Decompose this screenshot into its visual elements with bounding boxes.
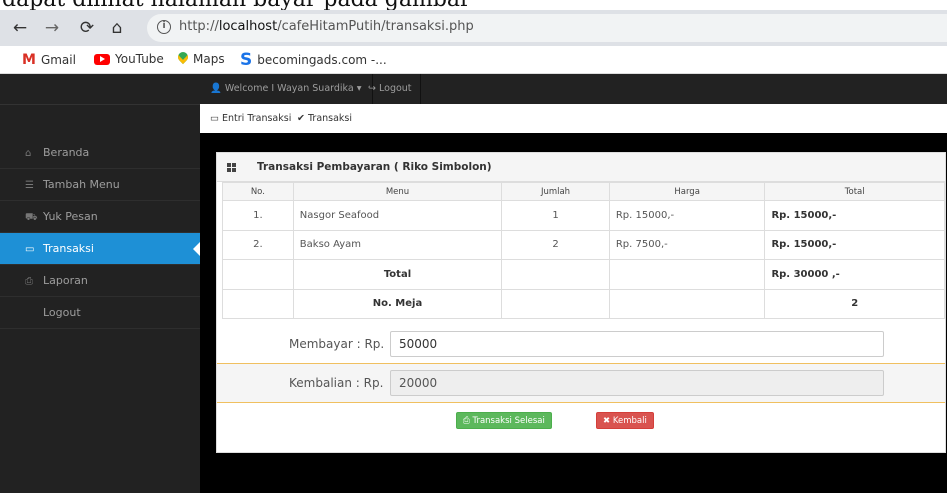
breadcrumb: ▭ Entri Transaksi ✔ Transaksi [200,104,947,133]
logout-link-top[interactable]: ↪ Logout [360,74,421,104]
user-dropdown[interactable]: 👤 Welcome I Wayan Suardika ▾ [200,74,373,104]
header-total: Total [764,182,945,201]
sidebar-header [0,104,200,133]
print-icon: ⎙ [463,416,470,426]
header-menu: Menu [292,182,503,201]
transaction-icon: ▭ [210,113,219,124]
membayar-input[interactable] [390,331,884,357]
bookmark-youtube[interactable]: YouTube [94,52,164,66]
sidebar: ⌂ Beranda ☰ Tambah Menu ⛟ Yuk Pesan ▭ Transa… [0,133,200,493]
sidebar-item-tambah-menu[interactable]: ☰ Tambah Menu [0,169,200,201]
check-icon: ✔ [297,113,305,124]
sidebar-item-yuk-pesan[interactable]: ⛟ Yuk Pesan [0,201,200,233]
app-area: 👤 Welcome I Wayan Suardika ▾ ↪ Logout ▭ … [0,74,947,493]
bookmark-becomingads[interactable]: S becomingads.com -... [240,50,387,70]
print-icon: ⎙ [25,276,33,287]
grid-icon [227,163,236,172]
cell-menu: Bakso Ayam [292,229,503,260]
breadcrumb-entri-transaksi[interactable]: ▭ Entri Transaksi [210,113,291,124]
close-icon: ✖ [603,416,611,426]
table-header-row: No. Menu Jumlah Harga Total [222,182,945,201]
bookmark-maps[interactable]: Maps [178,52,225,66]
info-icon[interactable]: i [157,20,171,34]
transaction-icon: ▭ [25,244,35,255]
cell-harga: Rp. 7500,- [608,229,766,260]
kembali-button[interactable]: ✖ Kembali [596,412,654,429]
header-no: No. [222,182,294,201]
reload-icon[interactable]: ⟳ [75,16,99,40]
header-jumlah: Jumlah [501,182,610,201]
payment-panel: Transaksi Pembayaran ( Riko Simbolon) No… [216,152,946,453]
user-icon: 👤 [210,83,222,94]
sidebar-item-beranda[interactable]: ⌂ Beranda [0,137,200,169]
document-heading-text: dapat dilihat halaman bayar pada gambar [2,0,471,10]
list-icon: ☰ [25,180,34,191]
total-label: Total [292,259,503,290]
kembalian-input [390,370,884,396]
total-value: Rp. 30000 ,- [764,259,945,290]
kembalian-label: Kembalian : Rp. [289,376,384,390]
membayar-label: Membayar : Rp. [289,337,385,351]
bookmarks-bar: M Gmail YouTube Maps S becomingads.com -… [0,46,947,74]
cell-no: 1. [222,200,294,231]
document-heading-fragment: dapat dilihat halaman bayar pada gambar [0,0,947,10]
bookmark-gmail[interactable]: M Gmail [22,52,76,68]
meja-value: 2 [764,288,945,319]
cell-total: Rp. 15000,- [764,200,945,231]
sidebar-item-logout[interactable]: Logout [0,297,200,329]
table-row: 1. Nasgor Seafood 1 Rp. 15000,- Rp. 1500… [222,200,945,231]
address-bar[interactable]: i http://localhost/cafeHitamPutih/transa… [147,14,947,42]
cell-harga: Rp. 15000,- [608,200,766,231]
share-arrow-icon: ↪ [368,83,376,94]
youtube-icon [94,53,110,65]
cell-jumlah: 1 [501,200,610,231]
meja-row: No. Meja 2 [222,288,945,319]
transaksi-selesai-button[interactable]: ⎙ Transaksi Selesai [456,412,552,429]
total-row: Total Rp. 30000 ,- [222,259,945,290]
panel-heading: Transaksi Pembayaran ( Riko Simbolon) [217,153,945,182]
cell-total: Rp. 15000,- [764,229,945,260]
maps-icon [178,52,188,66]
cell-no: 2. [222,229,294,260]
s-logo-icon: S [240,50,253,70]
cart-icon: ⛟ [25,212,38,223]
cell-jumlah: 2 [501,229,610,260]
table-row: 2. Bakso Ayam 2 Rp. 7500,- Rp. 15000,- [222,229,945,260]
header-harga: Harga [608,182,766,201]
home-icon: ⌂ [25,148,32,159]
payment-row: Membayar : Rp. [217,325,945,364]
browser-toolbar: ← → ⟳ ⌂ i http://localhost/cafeHitamPuti… [0,10,947,46]
url-text: http://localhost/cafeHitamPutih/transaks… [179,19,474,34]
sidebar-item-laporan[interactable]: ⎙ Laporan [0,265,200,297]
change-row: Kembalian : Rp. [217,364,945,403]
gmail-icon: M [22,52,36,68]
home-icon[interactable]: ⌂ [105,16,129,40]
top-navbar: 👤 Welcome I Wayan Suardika ▾ ↪ Logout [0,74,947,104]
meja-label: No. Meja [292,288,503,319]
back-arrow-icon[interactable]: ← [8,16,32,40]
panel-title: Transaksi Pembayaran ( Riko Simbolon) [257,161,492,173]
cell-menu: Nasgor Seafood [292,200,503,231]
breadcrumb-transaksi[interactable]: ✔ Transaksi [297,113,352,124]
transaction-table: No. Menu Jumlah Harga Total 1. Nasgor Se… [222,182,945,319]
sidebar-item-transaksi[interactable]: ▭ Transaksi [0,233,200,265]
forward-arrow-icon[interactable]: → [40,16,64,40]
